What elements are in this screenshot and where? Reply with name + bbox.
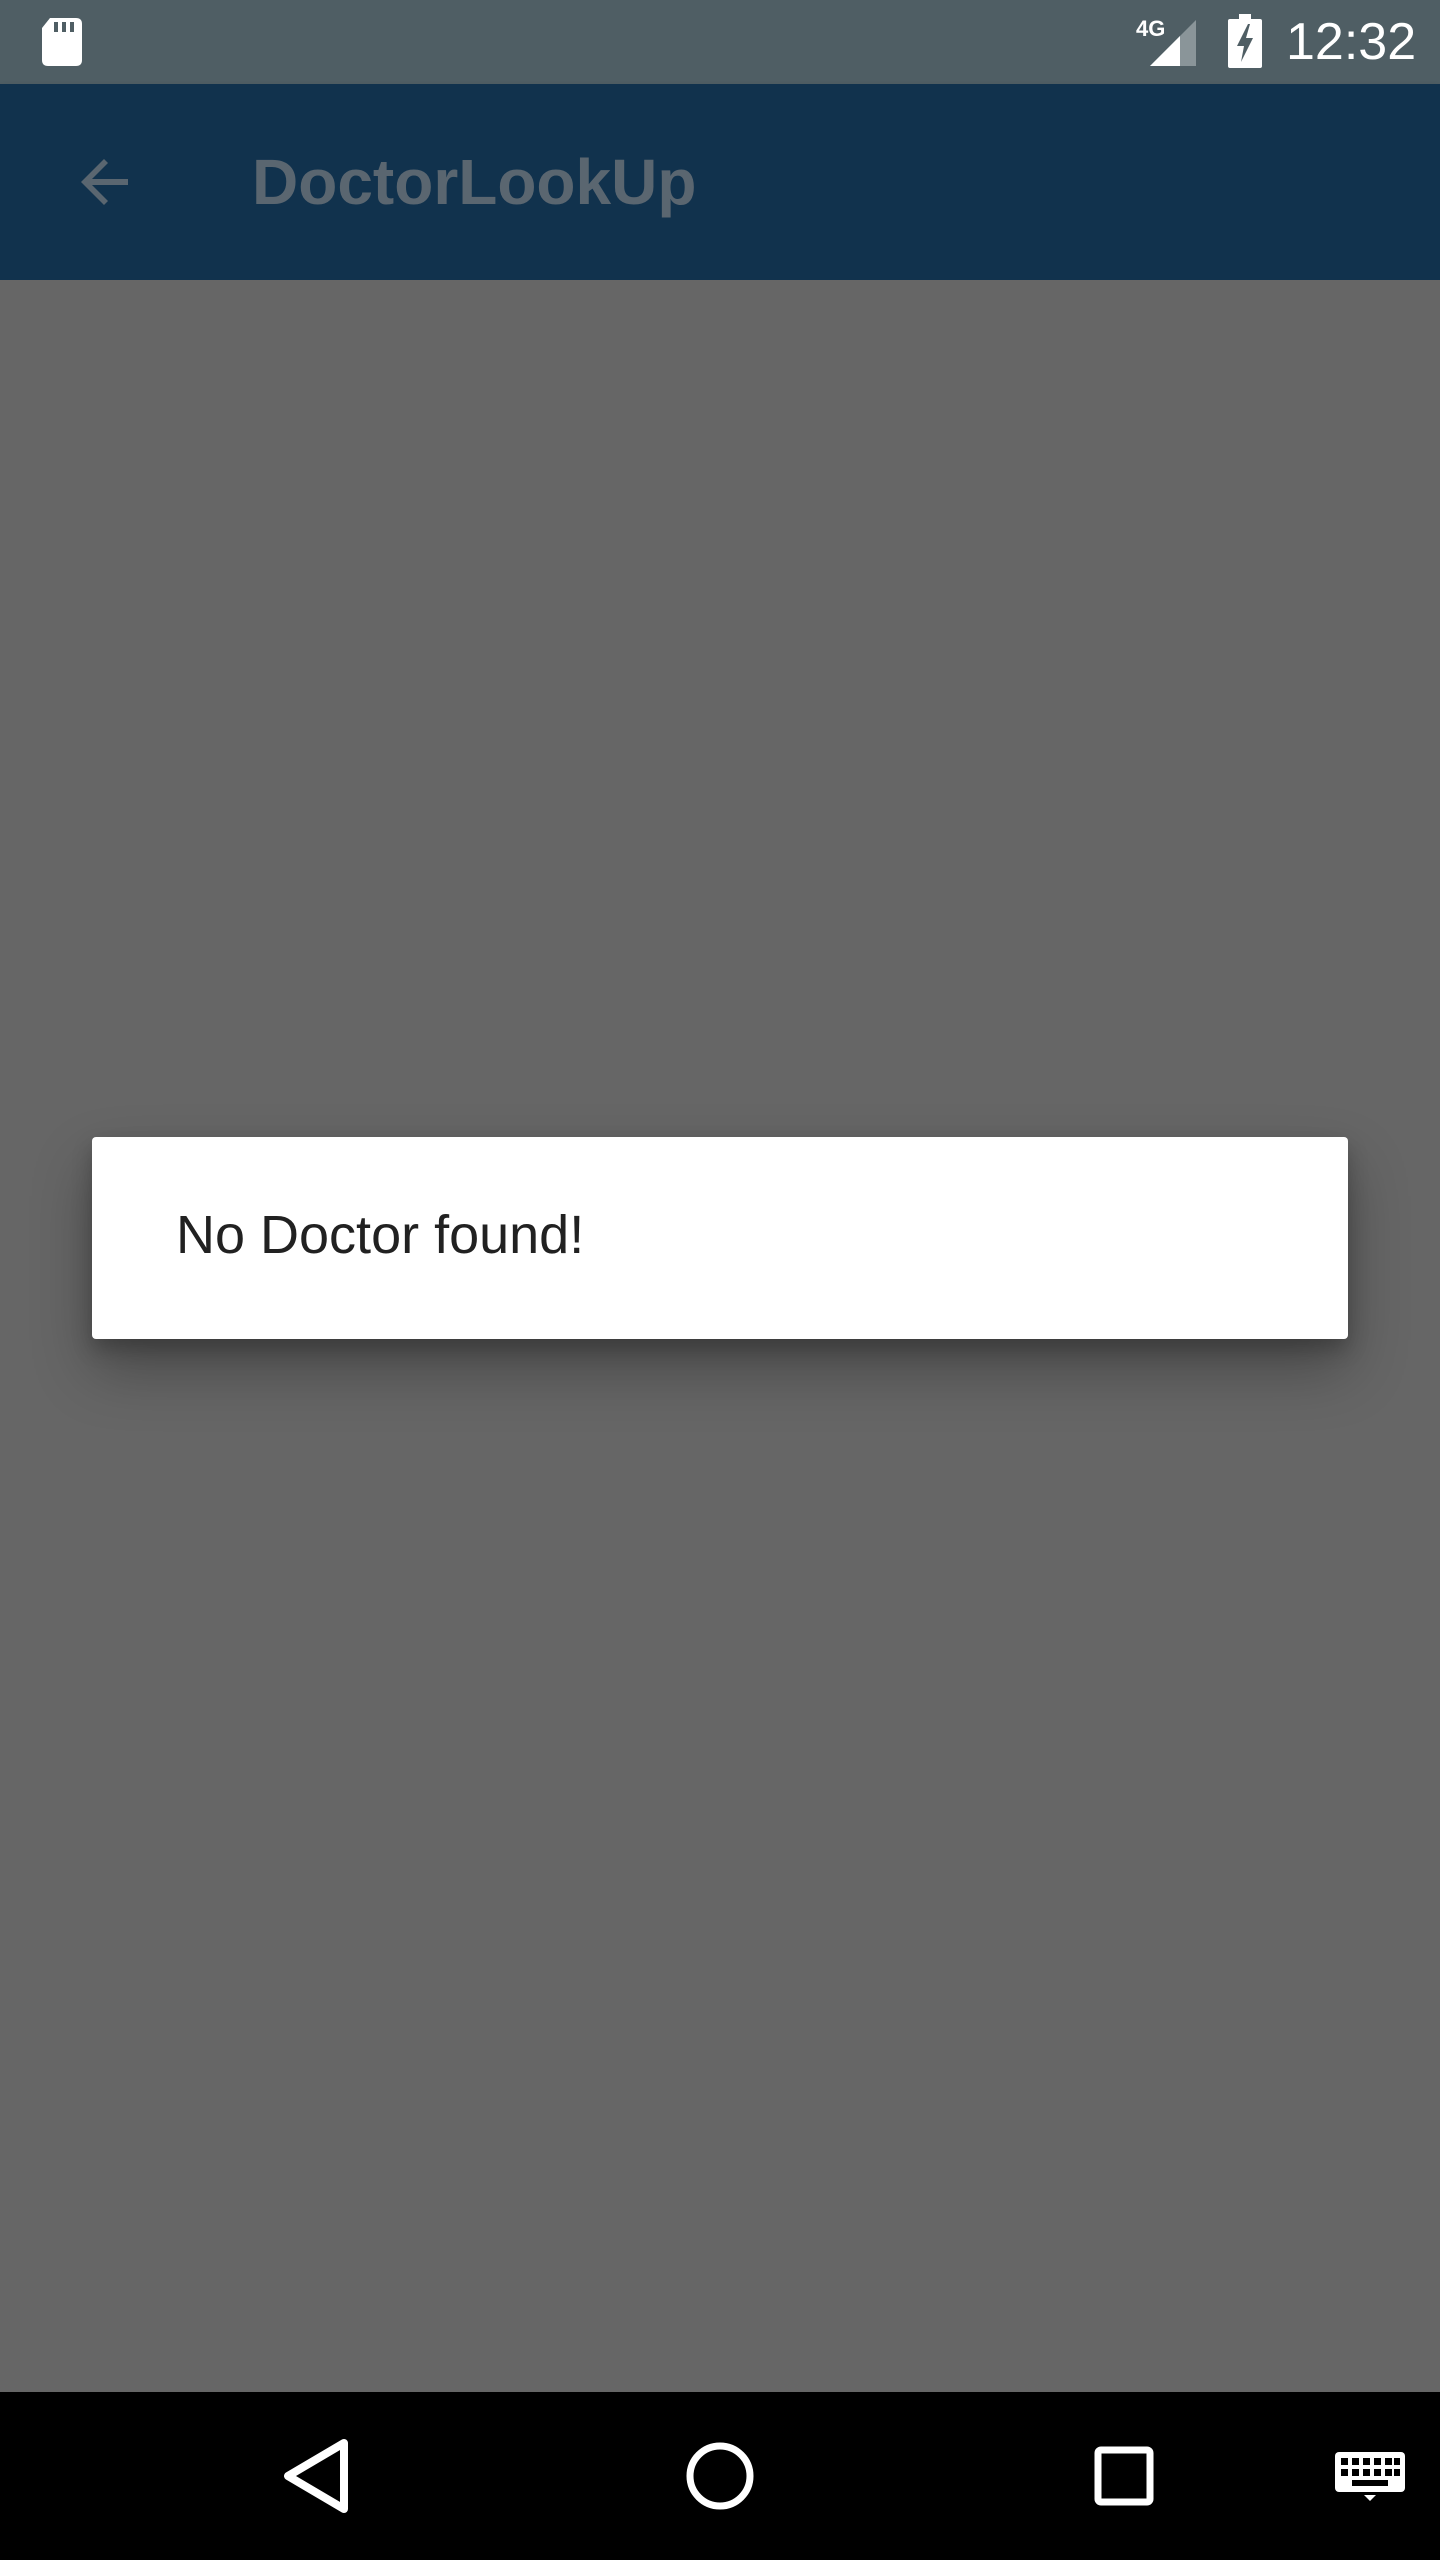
nav-recents-button[interactable] [1074, 2426, 1174, 2526]
dialog-message: No Doctor found! [176, 1205, 585, 1265]
keyboard-switch-button[interactable] [1320, 2426, 1420, 2526]
app-title: DoctorLookUp [252, 146, 697, 218]
sd-card-icon [42, 18, 82, 66]
app-bar: DoctorLookUp [0, 84, 1440, 280]
arrow-back-icon [81, 159, 128, 205]
nav-back-button[interactable] [266, 2426, 366, 2526]
nav-back-icon [284, 2439, 348, 2513]
status-time: 12:32 [1286, 13, 1417, 71]
keyboard-icon [1335, 2452, 1405, 2501]
status-bar: 4G 12:32 [0, 0, 1440, 84]
nav-home-icon [686, 2442, 754, 2510]
nav-recents-icon [1094, 2446, 1154, 2506]
navigation-bar [0, 2392, 1440, 2560]
back-button[interactable] [50, 126, 162, 238]
cell-signal-icon: 4G [1136, 16, 1196, 66]
battery-charging-icon [1228, 14, 1262, 68]
nav-home-button[interactable] [670, 2426, 770, 2526]
screen: 4G 12:32 DoctorLookUp No Doctor found! [0, 0, 1440, 2560]
network-type-label: 4G [1136, 16, 1165, 41]
alert-dialog: No Doctor found! [92, 1137, 1348, 1339]
